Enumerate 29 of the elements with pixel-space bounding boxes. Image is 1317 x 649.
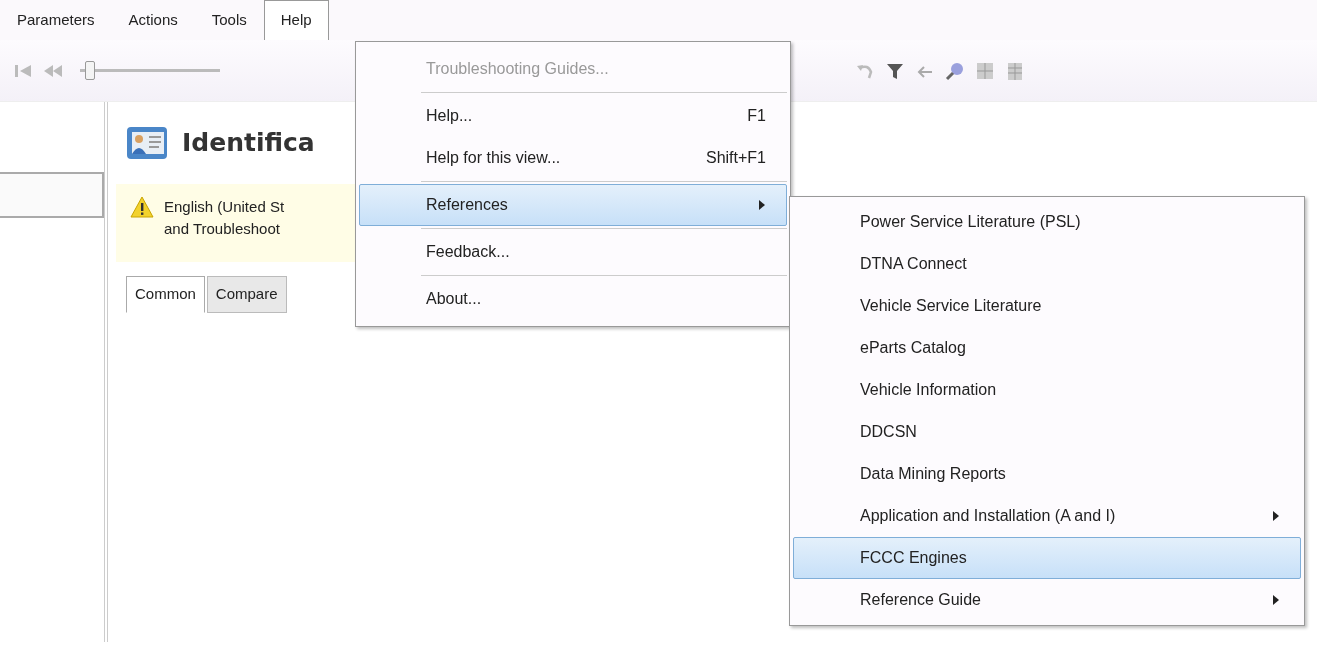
- menu-item[interactable]: eParts Catalog: [793, 327, 1301, 369]
- menu-item[interactable]: DDCSN: [793, 411, 1301, 453]
- menu-item[interactable]: Tools: [194, 1, 264, 39]
- menu-item[interactable]: Help... F1: [359, 95, 787, 137]
- menu-item[interactable]: Reference Guide: [793, 579, 1301, 621]
- menu-item[interactable]: Vehicle Service Literature: [793, 285, 1301, 327]
- menu-item[interactable]: Help for this view... Shift+F1: [359, 137, 787, 179]
- menu-item[interactable]: Help: [263, 0, 329, 40]
- menu-item[interactable]: References: [359, 184, 787, 226]
- menu-item[interactable]: Feedback...: [359, 231, 787, 273]
- page-title: Identifica: [182, 127, 315, 160]
- menu-item[interactable]: Application and Installation (A and I): [793, 495, 1301, 537]
- submenu-arrow-icon: [1272, 511, 1280, 521]
- menu-item[interactable]: Actions: [111, 1, 195, 39]
- id-card-icon: [126, 124, 168, 162]
- menu-item[interactable]: FCCC Engines: [793, 537, 1301, 579]
- submenu-arrow-icon: [1272, 595, 1280, 605]
- menu-item[interactable]: Vehicle Information: [793, 369, 1301, 411]
- slider-thumb[interactable]: [85, 61, 96, 80]
- menu-item[interactable]: About...: [359, 278, 787, 320]
- menu-item[interactable]: DTNA Connect: [793, 243, 1301, 285]
- warning-message: English (United St and Troubleshoot: [164, 197, 285, 239]
- tab[interactable]: Common: [126, 276, 205, 313]
- menu-item[interactable]: Power Service Literature (PSL): [793, 201, 1301, 243]
- warning-icon: [130, 196, 154, 218]
- menu-item[interactable]: Parameters: [0, 1, 112, 39]
- menu-item[interactable]: Data Mining Reports: [793, 453, 1301, 495]
- submenu-arrow-icon: [758, 200, 766, 210]
- tab[interactable]: Compare: [206, 276, 287, 313]
